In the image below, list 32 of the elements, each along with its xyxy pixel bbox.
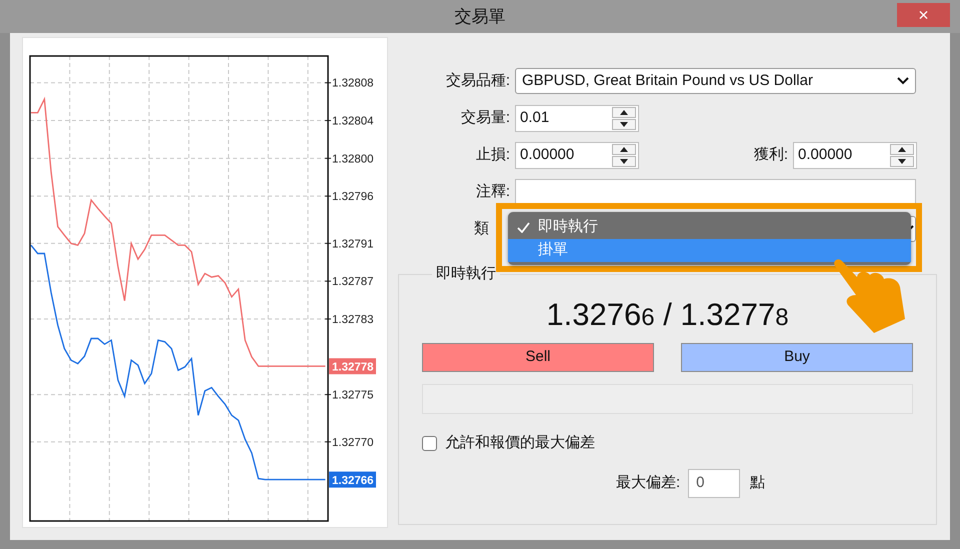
field-label: 最大偏差: <box>616 472 680 493</box>
axis-label: 1.32800 <box>332 153 374 166</box>
price-tag: 1.32766 <box>329 472 376 488</box>
select-field[interactable]: GBPUSD, Great Britain Pound vs US Dollar <box>515 68 916 94</box>
buy-button[interactable]: Buy <box>681 343 913 372</box>
spinner-field[interactable]: 0.01 <box>515 104 639 132</box>
close-button[interactable]: × <box>897 3 950 27</box>
axis-label: 1.32796 <box>332 191 374 204</box>
deviation-field[interactable]: 0 <box>688 468 740 498</box>
spinner-field[interactable]: 0.00000 <box>793 142 917 168</box>
field-label: 注釋: <box>474 182 511 202</box>
axis-label: 1.32783 <box>332 314 374 326</box>
field-label: 類 <box>473 218 490 239</box>
field-label: 獲利: <box>752 144 789 165</box>
unit-label: 點 <box>750 472 766 493</box>
sell-button[interactable]: Sell <box>422 343 654 372</box>
axis-label: 1.32804 <box>332 116 374 128</box>
axis-label: 1.32770 <box>332 436 374 449</box>
price-quote: 1.32766 / 1.32778 <box>546 297 789 332</box>
axis-label: 1.32808 <box>332 78 374 90</box>
menu-item[interactable]: 即時執行 <box>508 216 911 239</box>
field-label: 交易品種: <box>444 70 511 91</box>
price-tag: 1.32778 <box>329 358 376 374</box>
axis-label: 1.32787 <box>332 276 374 288</box>
window-title: 交易單 <box>454 7 506 26</box>
axis-label: 1.32775 <box>332 390 374 402</box>
axis-label: 1.32791 <box>332 238 374 250</box>
field-label: 止損: <box>474 144 511 165</box>
checkbox-label: 允許和報價的最大偏差 <box>445 433 595 453</box>
field-label: 交易量: <box>460 108 511 128</box>
group-title: 即時執行 <box>435 265 497 283</box>
spinner-field[interactable]: 0.00000 <box>515 142 639 168</box>
